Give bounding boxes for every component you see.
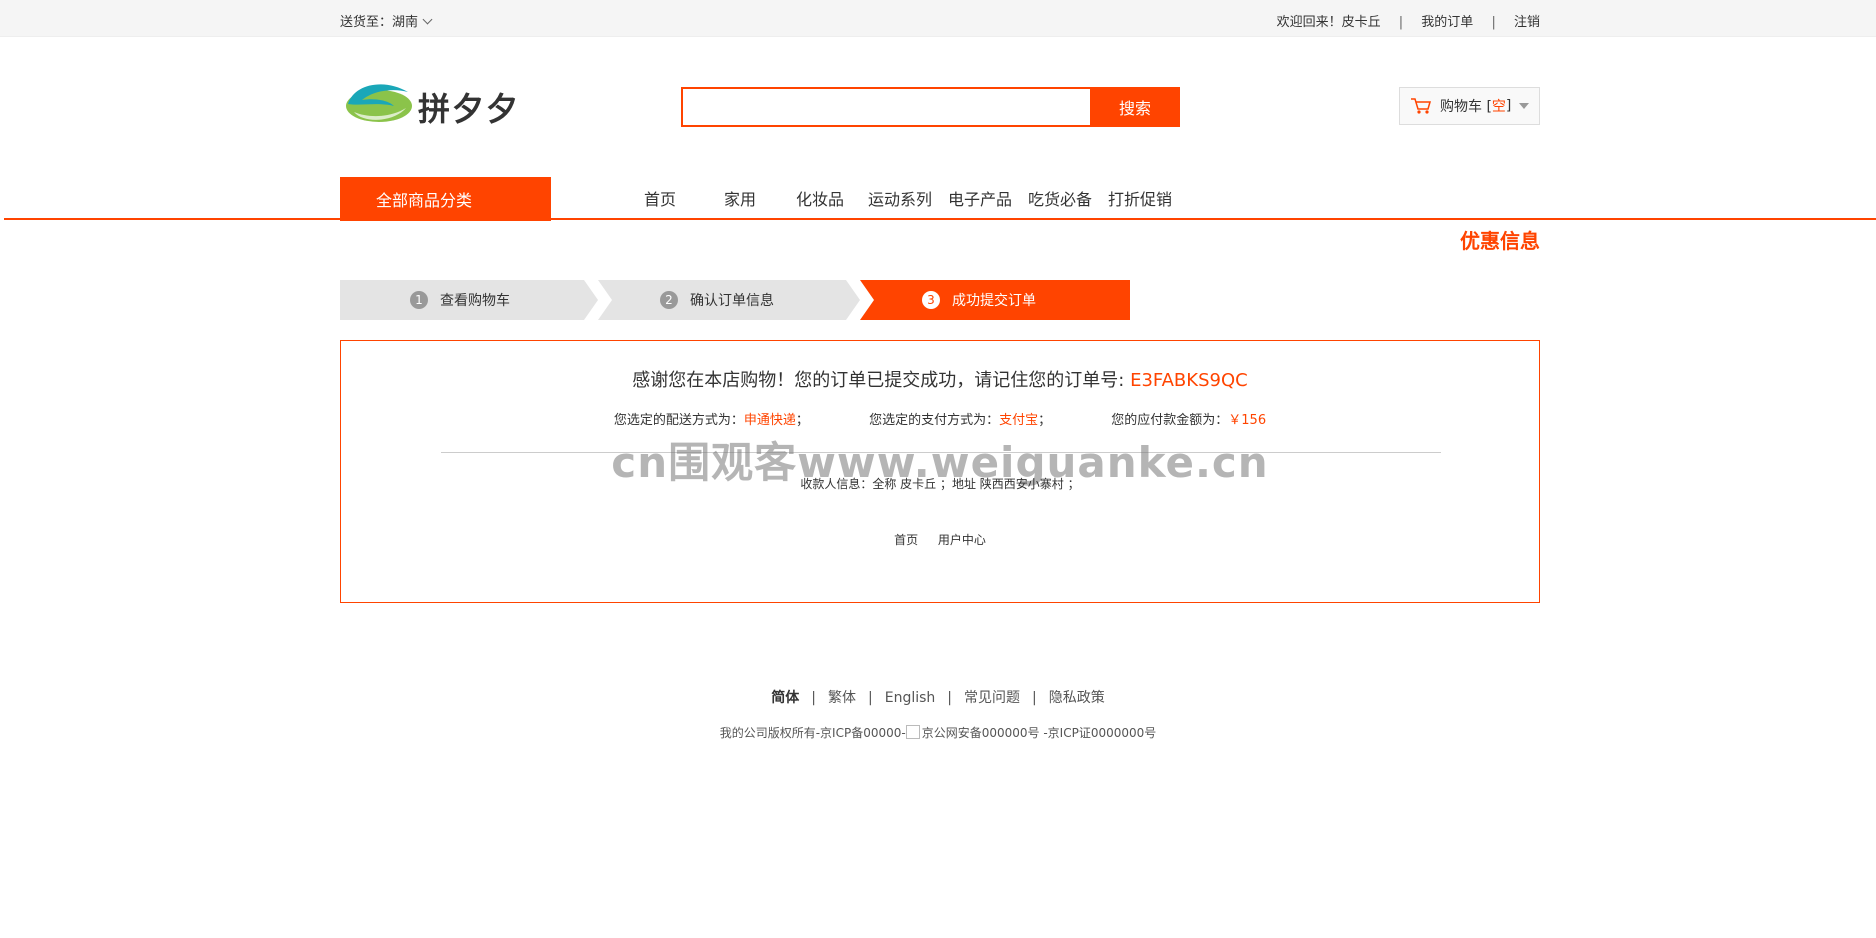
broken-image-icon: [905, 725, 920, 739]
top-user-links: 欢迎回来！皮卡丘 | 我的订单 | 注销: [1277, 11, 1540, 30]
payment-amount: 您的应付款金额为：￥156: [1111, 413, 1266, 428]
step-number: 3: [922, 291, 940, 309]
nav-item-electronics[interactable]: 电子产品: [940, 186, 1020, 210]
deliver-label: 送货至：湖南: [340, 15, 419, 30]
order-links: 首页 用户中心: [341, 531, 1539, 548]
shipping-label: 您选定的配送方式为：: [613, 413, 744, 428]
search-bar: 搜索: [681, 87, 1180, 127]
shipping-value: 申通快递: [743, 413, 796, 428]
home-link[interactable]: 首页: [894, 533, 918, 547]
divider: |: [1032, 690, 1037, 706]
copyright-suffix: -京ICP证0000000号: [1039, 726, 1157, 740]
deliver-location[interactable]: 送货至：湖南: [340, 11, 433, 30]
checkout-steps: 1 查看购物车 2 确认订单信息 3 成功提交订单: [340, 280, 1130, 320]
my-orders-link[interactable]: 我的订单: [1421, 15, 1473, 30]
footer-links: 简体 | 繁体 | English | 常见问题 | 隐私政策: [0, 687, 1876, 707]
step-label: 成功提交订单: [952, 293, 1036, 309]
divider: |: [1398, 15, 1404, 30]
amount-value: ￥156: [1228, 413, 1267, 428]
payment-value: 支付宝: [999, 413, 1039, 428]
step-order-submitted: 3 成功提交订单: [860, 280, 1130, 320]
copyright-prefix: 我的公司版权所有-京ICP备00000-: [719, 726, 906, 740]
cart-button[interactable]: 购物车 [ 空 ]: [1399, 87, 1540, 125]
caret-down-icon: [1519, 103, 1530, 109]
nav-item-discount[interactable]: 打折促销: [1100, 186, 1180, 210]
divider: |: [868, 690, 873, 706]
nav-item-cosmetics[interactable]: 化妆品: [780, 186, 860, 210]
receiver-info: 收款人信息：全称 皮卡丘 ；地址 陕西西安小寨村 ；: [800, 477, 1080, 491]
cart-icon: [1411, 98, 1431, 114]
divider: |: [947, 690, 952, 706]
lang-traditional-link[interactable]: 繁体: [828, 690, 856, 706]
faq-link[interactable]: 常见问题: [964, 690, 1020, 706]
site-logo[interactable]: 拼夕夕: [344, 78, 534, 128]
nav-item-household[interactable]: 家用: [700, 186, 780, 210]
nav-item-sports[interactable]: 运动系列: [860, 186, 940, 210]
amount-label: 您的应付款金额为：: [1111, 413, 1229, 428]
nav-divider-line: [4, 218, 1876, 220]
order-success-message: 感谢您在本店购物！您的订单已提交成功，请记住您的订单号: E3FABKS9QC: [341, 366, 1539, 392]
promo-link[interactable]: 优惠信息: [1460, 225, 1540, 254]
order-number: E3FABKS9QC: [1130, 370, 1248, 391]
divider: |: [1491, 15, 1496, 30]
user-center-link[interactable]: 用户中心: [938, 533, 986, 547]
logout-link[interactable]: 注销: [1514, 15, 1540, 30]
nav-item-food[interactable]: 吃货必备: [1020, 186, 1100, 210]
logo-icon: [346, 84, 412, 122]
step-number: 1: [410, 291, 428, 309]
privacy-link[interactable]: 隐私政策: [1049, 690, 1105, 706]
semicolon: ；: [1038, 413, 1052, 428]
logo-text: 拼夕夕: [418, 90, 521, 128]
nav-item-home[interactable]: 首页: [620, 186, 700, 210]
payment-label: 您选定的支付方式为：: [869, 413, 1000, 428]
step-label: 查看购物车: [440, 293, 510, 309]
cart-status: 空: [1491, 99, 1506, 115]
semicolon: ；: [795, 413, 809, 428]
step-label: 确认订单信息: [690, 293, 774, 309]
cart-label-close: ]: [1505, 98, 1512, 114]
lang-simplified-link[interactable]: 简体: [771, 690, 799, 706]
police-record-text: 京公网安备000000号: [921, 726, 1040, 740]
payment-method: 您选定的支付方式为：支付宝；: [869, 413, 1051, 428]
lang-english-link[interactable]: English: [885, 690, 936, 706]
copyright: 我的公司版权所有-京ICP备00000- 京公网安备000000号 -京ICP证0…: [0, 724, 1876, 741]
order-summary: 您选定的配送方式为：申通快递； 您选定的支付方式为：支付宝； 您的应付款金额为：…: [341, 409, 1539, 428]
cart-label: 购物车 [: [1440, 99, 1492, 115]
search-input[interactable]: [683, 89, 1090, 125]
order-success-panel: 感谢您在本店购物！您的订单已提交成功，请记住您的订单号: E3FABKS9QC …: [340, 340, 1540, 603]
step-confirm-order: 2 确认订单信息: [598, 280, 860, 320]
search-button[interactable]: 搜索: [1090, 87, 1180, 127]
all-categories-button[interactable]: 全部商品分类: [340, 177, 551, 221]
main-nav: 首页 家用 化妆品 运动系列 电子产品 吃货必备 打折促销: [620, 186, 1180, 210]
step-number: 2: [660, 291, 678, 309]
welcome-text: 欢迎回来！皮卡丘: [1276, 15, 1381, 30]
step-view-cart: 1 查看购物车: [340, 280, 598, 320]
shipping-method: 您选定的配送方式为：申通快递；: [614, 413, 809, 428]
thanks-text: 感谢您在本店购物！您的订单已提交成功，请记住您的订单号:: [632, 370, 1131, 391]
divider: |: [811, 690, 816, 706]
chevron-down-icon: [422, 14, 433, 25]
top-bar: 送货至：湖南 欢迎回来！皮卡丘 | 我的订单 | 注销: [0, 0, 1876, 37]
